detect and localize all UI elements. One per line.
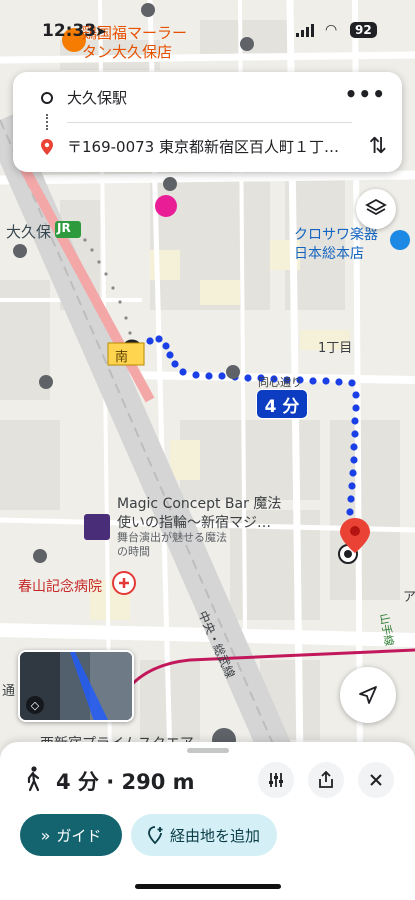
more-options-icon[interactable]: ••• — [345, 82, 386, 106]
south-exit-label[interactable]: 南 — [115, 346, 128, 365]
route-card[interactable]: 大久保駅 〒169-0073 東京都新宿区百人町１丁… ••• ⇅ — [13, 72, 402, 172]
bar-label[interactable]: Magic Concept Bar 魔法 使いの指輪～新宿マジ… — [117, 495, 281, 533]
edge-label-left: 通 — [2, 684, 16, 699]
navigation-arrow-icon — [359, 686, 377, 704]
origin-field[interactable]: 大久保駅 — [67, 87, 127, 108]
add-stop-button[interactable]: 経由地を追加 — [131, 814, 277, 856]
walking-icon — [27, 766, 40, 792]
sliders-icon — [269, 773, 283, 787]
route-options-button[interactable] — [258, 762, 294, 798]
edge-label-right: ア — [403, 590, 415, 605]
layers-icon — [365, 198, 387, 216]
share-button[interactable] — [308, 762, 344, 798]
home-indicator[interactable] — [135, 884, 281, 889]
route-time-badge[interactable]: 4 分 — [256, 389, 308, 419]
hospital-label[interactable]: 春山記念病院 — [18, 576, 102, 596]
location-arrow-icon: ➤ — [95, 24, 107, 40]
close-button[interactable] — [358, 762, 394, 798]
status-bar: 12:33 ➤ ◠ 92 — [0, 18, 415, 48]
route-summary: 4 分 · 290 m — [56, 770, 195, 794]
jr-icon: JR — [57, 221, 71, 235]
street-view-icon: ◇ — [26, 696, 44, 714]
layers-button[interactable] — [356, 189, 396, 229]
street-name-label: 同心通り — [258, 376, 302, 389]
swap-direction-icon[interactable]: ⇅ — [369, 134, 387, 159]
okubo-area-label: 大久保 — [6, 223, 52, 241]
guide-label: ガイド — [56, 826, 102, 845]
close-icon — [370, 774, 382, 786]
bar-subtitle: 舞台演出が魅せる魔法 の時間 — [117, 531, 227, 558]
musical-store-label[interactable]: クロサワ楽器 日本総本店 — [294, 226, 378, 264]
destination-pin-icon — [41, 139, 53, 155]
sheet-handle[interactable] — [187, 748, 229, 753]
origin-circle-icon — [41, 92, 53, 104]
my-location-button[interactable] — [340, 667, 396, 723]
street-view-thumbnail[interactable]: ◇ — [18, 650, 134, 722]
double-chevron-icon: » — [40, 825, 51, 845]
directions-sheet[interactable]: 4 分 · 290 m » ガイド 経由地を追加 — [0, 742, 415, 900]
battery-indicator: 92 — [350, 22, 377, 38]
chome-label: 1丁目 — [318, 341, 353, 356]
divider — [67, 122, 352, 123]
destination-field[interactable]: 〒169-0073 東京都新宿区百人町１丁… — [67, 136, 359, 157]
share-icon — [319, 771, 333, 788]
wifi-icon: ◠ — [325, 22, 338, 38]
clock: 12:33 — [42, 21, 97, 41]
add-stop-icon — [148, 826, 163, 844]
guide-button[interactable]: » ガイド — [20, 814, 122, 856]
route-connector — [46, 114, 48, 130]
add-stop-label: 経由地を追加 — [169, 826, 260, 845]
signal-icon — [296, 24, 314, 37]
